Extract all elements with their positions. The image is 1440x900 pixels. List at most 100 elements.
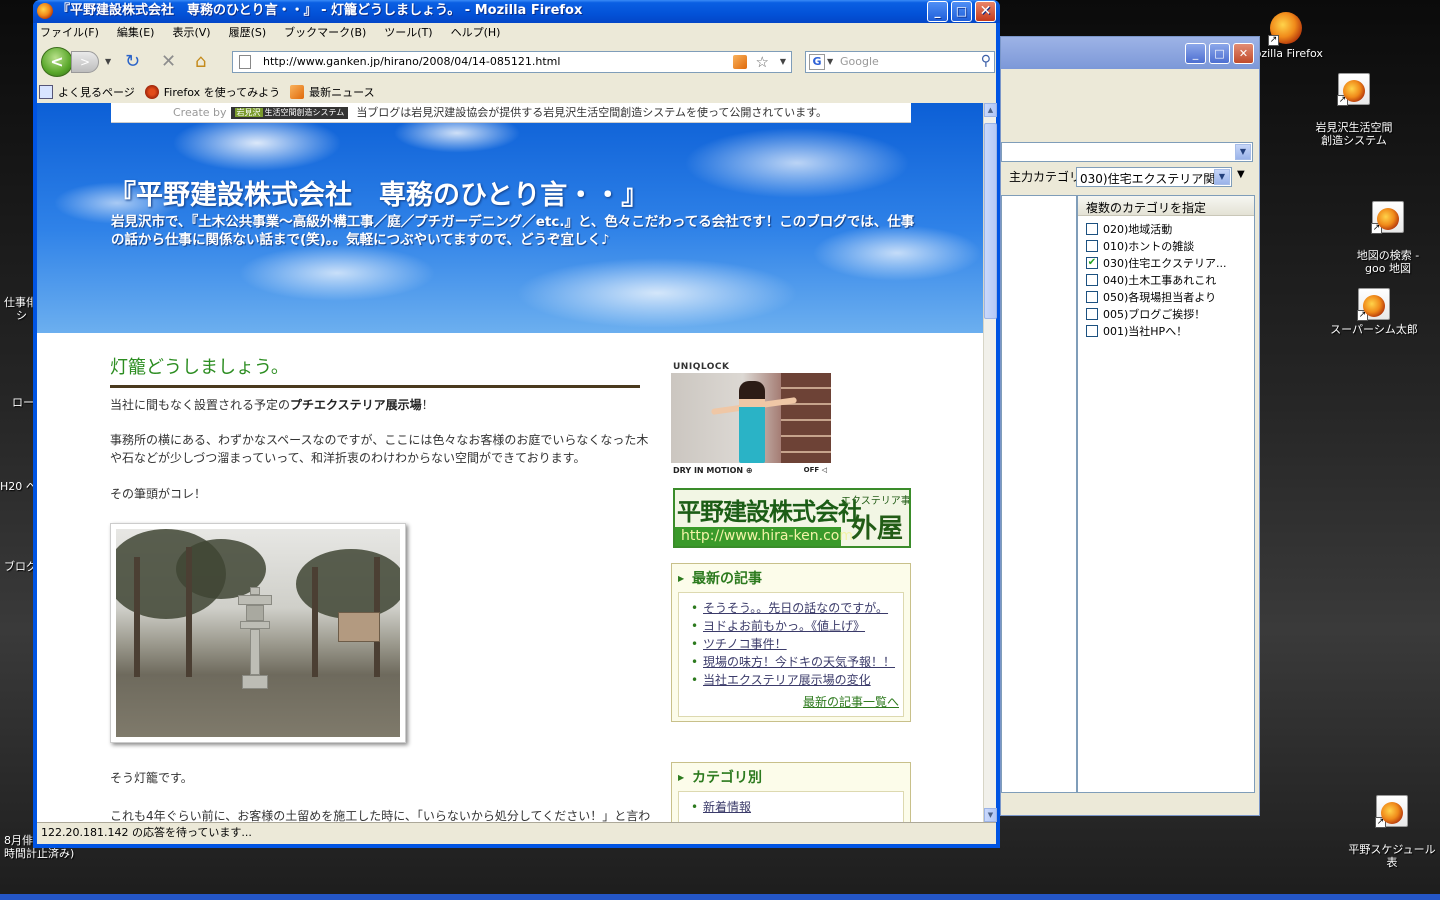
bookmark-label: Firefox を使ってみよう — [163, 86, 281, 99]
scroll-up-button[interactable]: ▲ — [984, 103, 997, 117]
recent-post-link[interactable]: ツチノコ事件！ — [703, 637, 787, 651]
menu-tools[interactable]: ツール(T) — [384, 24, 432, 40]
chevron-down-icon[interactable]: ▼ — [780, 52, 786, 72]
category-label: 020)地域活動 — [1103, 222, 1173, 236]
uniqlock-caption-text: DRY IN MOTION ⊕ — [673, 466, 753, 475]
address-combo[interactable]: ▼ — [1001, 142, 1253, 162]
menu-bookmarks[interactable]: ブックマーク(B) — [284, 24, 366, 40]
desktop-edge-label[interactable]: ロー — [12, 394, 34, 410]
back-button[interactable]: < — [41, 47, 73, 77]
post-text: 当社に間もなく設置される予定の — [110, 398, 291, 412]
firefox-window[interactable]: 『平野建設株式会社 専務のひとり言・・』 - 灯籠どうしましょう。 - Mozi… — [33, 0, 1000, 848]
desktop-edge-label[interactable]: H20 ヘ — [0, 478, 37, 494]
reload-icon[interactable]: ↻ — [125, 53, 140, 71]
background-window[interactable]: _ □ ✕ ▼ 主力カテゴリ: 030)住宅エクステリア関 ▼ ▼ 複数のカテゴ… — [1000, 36, 1260, 816]
desktop-edge-label[interactable]: シ — [16, 307, 27, 323]
create-by-label: Create by — [173, 106, 227, 119]
category-item[interactable]: 040)土木工事あれこれ — [1078, 271, 1254, 288]
iwamizawa-shortcut[interactable]: ↗ 岩見沢生活空間 創造システム — [1306, 60, 1402, 160]
desktop-icon-label: 岩見沢生活空間 創造システム — [1315, 121, 1393, 147]
category-item[interactable]: ✔ 030)住宅エクステリア... — [1078, 254, 1254, 271]
rss-feed-icon[interactable] — [733, 55, 747, 69]
lantern-photo-image — [116, 529, 400, 737]
history-dropdown-icon[interactable]: ▼ — [105, 57, 111, 66]
menu-help[interactable]: ヘルプ(H) — [451, 24, 501, 40]
search-placeholder: Google — [840, 55, 879, 68]
multi-category-list[interactable]: 複数のカテゴリを指定 020)地域活動 010)ホントの雑談 ✔ 030)住宅エク… — [1077, 195, 1255, 793]
chevron-down-icon[interactable]: ▼ — [1214, 169, 1230, 185]
system-logo-a: 岩見沢 — [234, 108, 263, 117]
supersim-shortcut[interactable]: ↗ スーパーシム太郎 — [1326, 288, 1422, 336]
recent-posts-more-link[interactable]: 最新の記事一覧へ — [685, 693, 899, 710]
uniqlock-widget[interactable] — [671, 373, 831, 463]
maximize-button[interactable]: □ — [951, 1, 972, 22]
taskbar[interactable] — [0, 894, 1440, 900]
close-button[interactable]: ✕ — [975, 1, 996, 22]
background-window-titlebar[interactable]: _ □ ✕ — [1001, 37, 1259, 69]
bookmark-item[interactable]: よく見るページ — [39, 84, 135, 100]
recent-post-link[interactable]: 現場の味方！今ドキの天気予報！！ — [703, 655, 895, 669]
google-icon[interactable]: G — [809, 54, 825, 70]
chevron-down-icon[interactable]: ▼ — [1235, 144, 1251, 160]
page-viewport[interactable]: Create by 岩見沢 生活空間創造システム 当ブログは岩見沢建設協会が提供する岩… — [37, 103, 983, 822]
category-item[interactable]: 005)ブログご挨拶！ — [1078, 305, 1254, 322]
forward-button[interactable]: > — [71, 51, 99, 73]
sound-toggle[interactable]: OFF ◁ — [804, 466, 827, 474]
bookmark-item[interactable]: 最新ニュース — [290, 84, 375, 100]
speaker-icon: ◁ — [821, 466, 827, 474]
chevron-down-icon[interactable]: ▼ — [827, 52, 833, 72]
category-item[interactable]: 001)当社HPへ！ — [1078, 322, 1254, 339]
vertical-scrollbar[interactable]: ▲ ▼ — [983, 103, 997, 822]
category-link[interactable]: 新着情報 — [703, 800, 751, 814]
menu-file[interactable]: ファイル(F) — [40, 24, 99, 40]
checkbox[interactable] — [1086, 324, 1098, 337]
bookmark-item[interactable]: Firefox を使ってみよう — [144, 84, 281, 100]
category-item[interactable]: 020)地域活動 — [1078, 220, 1254, 237]
company-banner[interactable]: 平野建設株式会社 エクステリア事業部 外屋 http://www.hira-ke… — [673, 488, 911, 548]
menu-edit[interactable]: 編集(E) — [117, 24, 155, 40]
recent-post-link[interactable]: 当社エクステリア展示場の変化 — [703, 673, 871, 687]
checkbox[interactable] — [1086, 222, 1098, 235]
system-logo-b: 生活空間創造システム — [264, 108, 345, 117]
chizu-shortcut[interactable]: ↗ 地図の検索 - goo 地図 — [1340, 188, 1436, 288]
scroll-thumb[interactable] — [984, 123, 997, 319]
category-label: 040)土木工事あれこれ — [1103, 273, 1217, 287]
scroll-down-button[interactable]: ▼ — [984, 808, 997, 822]
search-icon[interactable]: ⚲ — [981, 51, 991, 71]
post-title[interactable]: 灯籠どうしましょう。 — [110, 353, 640, 388]
category-heading: カテゴリ別 — [678, 767, 904, 791]
recent-post-link[interactable]: そうそう。。先日の話なのですが。 — [703, 601, 888, 615]
minimize-button[interactable]: _ — [1185, 43, 1206, 64]
checkbox[interactable] — [1086, 239, 1098, 252]
page-icon — [239, 55, 251, 69]
maximize-button[interactable]: □ — [1209, 43, 1230, 64]
recent-post-link[interactable]: ヨドよお前もかっ。《値上げ》 — [703, 619, 865, 633]
shortcut-arrow-icon: ↗ — [1337, 95, 1348, 106]
checkbox[interactable] — [1086, 273, 1098, 286]
main-category-select[interactable]: 030)住宅エクステリア関 ▼ — [1076, 167, 1232, 187]
checkbox[interactable] — [1086, 290, 1098, 303]
blog-title[interactable]: 『平野建設株式会社 専務のひとり言・・』 — [109, 173, 648, 212]
status-bar: 122.20.181.142 の応答を待っています... — [37, 822, 996, 844]
menu-history[interactable]: 履歴(S) — [229, 24, 267, 40]
checkbox[interactable] — [1086, 307, 1098, 320]
post-paragraph: そう灯籠です。 — [110, 771, 193, 785]
minimize-button[interactable]: _ — [927, 1, 948, 22]
search-input[interactable]: G ▼ Google ⚲ — [805, 51, 995, 73]
schedule-shortcut[interactable]: ↗ 平野スケジュール 表 — [1344, 782, 1440, 882]
window-titlebar[interactable]: 『平野建設株式会社 専務のひとり言・・』 - 灯籠どうしましょう。 - Mozi… — [33, 0, 1000, 23]
menu-arrow-icon[interactable]: ▼ — [1237, 169, 1245, 180]
menu-view[interactable]: 表示(V) — [172, 24, 210, 40]
checkbox-checked[interactable]: ✔ — [1086, 256, 1098, 269]
system-logo[interactable]: 岩見沢 生活空間創造システム — [230, 107, 349, 119]
category-label: 005)ブログご挨拶！ — [1103, 307, 1206, 321]
home-icon[interactable]: ⌂ — [195, 53, 206, 71]
stop-icon[interactable]: ✕ — [161, 53, 176, 71]
star-icon[interactable]: ☆ — [756, 52, 769, 72]
close-button[interactable]: ✕ — [1233, 43, 1254, 64]
category-item[interactable]: 050)各現場担当者より — [1078, 288, 1254, 305]
editor-pane[interactable] — [1001, 195, 1077, 793]
category-item[interactable]: 010)ホントの雑談 — [1078, 237, 1254, 254]
category-label: 010)ホントの雑談 — [1103, 239, 1195, 253]
url-bar[interactable]: http://www.ganken.jp/hirano/2008/04/14-0… — [232, 51, 792, 73]
